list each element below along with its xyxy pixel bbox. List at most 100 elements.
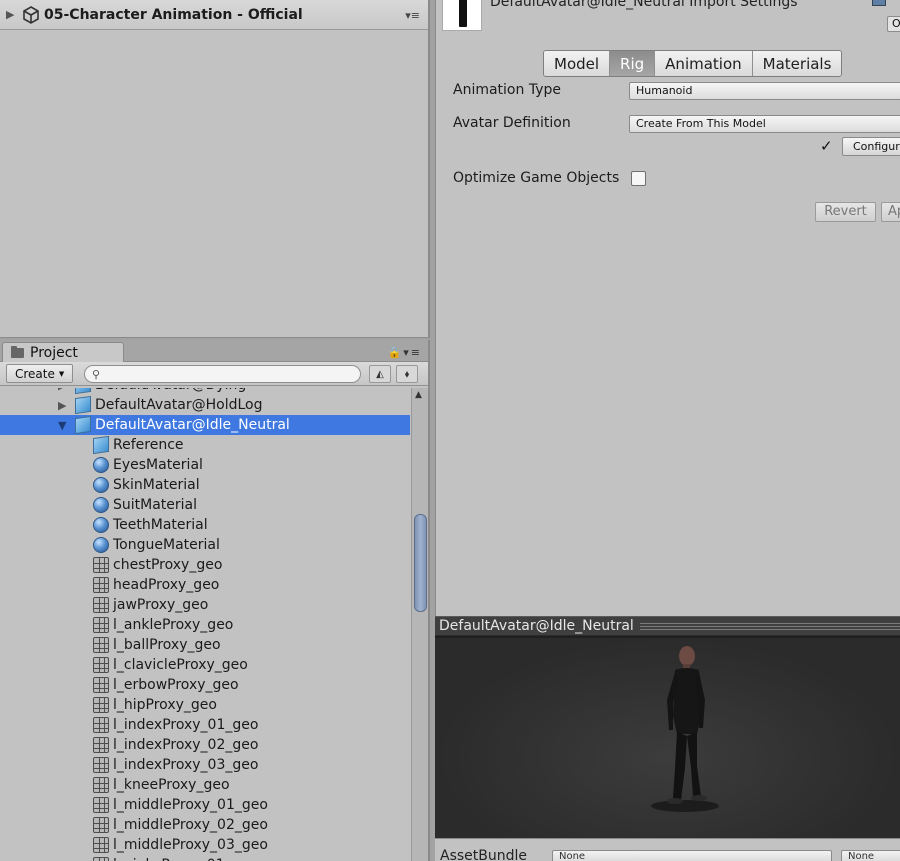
mesh-icon: [93, 637, 109, 653]
tree-row[interactable]: l_ballProxy_geo: [0, 635, 410, 655]
material-icon: [93, 477, 109, 493]
import-settings-title: DefaultAvatar@Idle_Neutral Import Settin…: [490, 0, 798, 10]
mesh-icon: [93, 817, 109, 833]
tree-item-label: l_erbowProxy_geo: [113, 677, 239, 693]
tree-row[interactable]: l_pinkyProxy_01_geo: [0, 855, 410, 861]
tab-animation[interactable]: Animation: [655, 51, 753, 76]
tree-row[interactable]: ▶ DefaultAvatar@HoldLog: [0, 395, 410, 415]
tree-row[interactable]: SuitMaterial: [0, 495, 410, 515]
tree-row[interactable]: headProxy_geo: [0, 575, 410, 595]
tree-item-label: SkinMaterial: [113, 477, 200, 493]
tree-item-label: jawProxy_geo: [113, 597, 209, 613]
inspector-panel: DefaultAvatar@Idle_Neutral Import Settin…: [435, 0, 900, 616]
preview-viewport[interactable]: [435, 638, 900, 838]
preview-title: DefaultAvatar@Idle_Neutral: [439, 618, 634, 634]
tree-item-label: l_middleProxy_02_geo: [113, 817, 268, 833]
tree-item-label: l_pinkyProxy_01_geo: [113, 857, 258, 861]
tree-row[interactable]: ▼ DefaultAvatar@Idle_Neutral: [0, 415, 410, 435]
mesh-icon: [93, 837, 109, 853]
assetbundle-variant-dropdown[interactable]: None: [841, 850, 900, 861]
tree-row[interactable]: l_indexProxy_01_geo: [0, 715, 410, 735]
tree-item-label: l_indexProxy_01_geo: [113, 717, 259, 733]
tree-row[interactable]: l_middleProxy_02_geo: [0, 815, 410, 835]
assetbundle-bar: AssetBundle None None: [435, 838, 900, 861]
tab-project-label: Project: [30, 345, 78, 361]
collapsed-arrow-icon[interactable]: ▶: [58, 399, 70, 412]
mesh-icon: [93, 657, 109, 673]
avatar-thumbnail-figure: [459, 0, 467, 27]
mesh-icon: [93, 857, 109, 861]
animation-type-dropdown[interactable]: Humanoid: [629, 82, 900, 100]
tree-row[interactable]: l_hipProxy_geo: [0, 695, 410, 715]
preview-header[interactable]: DefaultAvatar@Idle_Neutral: [435, 616, 900, 636]
tab-materials[interactable]: Materials: [752, 51, 842, 76]
apply-button[interactable]: Apply: [881, 202, 900, 222]
animation-type-label: Animation Type: [453, 82, 561, 98]
search-icon: ⚲: [92, 368, 101, 381]
expand-arrow-icon[interactable]: ▶: [6, 8, 18, 21]
tree-row[interactable]: Reference: [0, 435, 410, 455]
mesh-icon: [93, 797, 109, 813]
filter-by-label-icon[interactable]: ⬧: [396, 365, 418, 383]
tree-row[interactable]: l_erbowProxy_geo: [0, 675, 410, 695]
prefab-icon: [75, 415, 91, 435]
tree-item-label: EyesMaterial: [113, 457, 203, 473]
tree-row[interactable]: l_middleProxy_03_geo: [0, 835, 410, 855]
context-menu-icon[interactable]: ▾≡: [405, 9, 420, 22]
mesh-icon: [93, 577, 109, 593]
book-icon[interactable]: [872, 0, 886, 6]
scene-header[interactable]: ▶ 05-Character Animation - Official ▾≡: [0, 0, 428, 30]
configure-button[interactable]: Configure...: [842, 137, 900, 156]
inspector-header: DefaultAvatar@Idle_Neutral Import Settin…: [436, 0, 900, 38]
tree-item-label: l_ballProxy_geo: [113, 637, 221, 653]
import-tabs: Model Rig Animation Materials: [543, 50, 843, 77]
revert-button[interactable]: Revert: [815, 202, 876, 222]
search-input[interactable]: ⚲: [84, 365, 361, 383]
mesh-icon: [93, 557, 109, 573]
tree-row[interactable]: chestProxy_geo: [0, 555, 410, 575]
create-button[interactable]: Create ▼: [6, 364, 74, 383]
tree-row[interactable]: TongueMaterial: [0, 535, 410, 555]
hierarchy-panel: ▶ 05-Character Animation - Official ▾≡: [0, 0, 430, 338]
tree-row[interactable]: l_kneeProxy_geo: [0, 775, 410, 795]
lock-menu-icon[interactable]: 🔒▾≡: [388, 346, 422, 359]
open-button[interactable]: O: [887, 16, 900, 32]
collapsed-arrow-icon[interactable]: ▶: [58, 388, 70, 392]
assetbundle-name-dropdown[interactable]: None: [552, 850, 832, 861]
project-tabbar: Project 🔒▾≡: [0, 340, 428, 363]
tree-row[interactable]: jawProxy_geo: [0, 595, 410, 615]
mesh-icon: [93, 597, 109, 613]
project-scrollbar[interactable]: ▲: [411, 388, 428, 861]
tree-item-label: l_hipProxy_geo: [113, 697, 217, 713]
optimize-game-objects-checkbox[interactable]: [631, 171, 646, 186]
tree-item-label: l_clavicleProxy_geo: [113, 657, 248, 673]
tree-item-label: DefaultAvatar@HoldLog: [95, 397, 263, 413]
avatar-valid-checkmark: ✓: [820, 137, 833, 155]
folder-icon: [11, 346, 24, 358]
tree-item-label: TongueMaterial: [113, 537, 220, 553]
expanded-arrow-icon[interactable]: ▼: [58, 419, 70, 432]
drag-grip[interactable]: [639, 622, 900, 630]
tree-item-label: l_middleProxy_01_geo: [113, 797, 268, 813]
tree-row[interactable]: l_indexProxy_03_geo: [0, 755, 410, 775]
scroll-up-icon[interactable]: ▲: [415, 390, 422, 400]
tree-row[interactable]: l_clavicleProxy_geo: [0, 655, 410, 675]
model-thumbnail: [442, 0, 482, 31]
tab-model[interactable]: Model: [544, 51, 611, 76]
tree-row[interactable]: l_ankleProxy_geo: [0, 615, 410, 635]
avatar-definition-dropdown[interactable]: Create From This Model: [629, 115, 900, 133]
tree-row[interactable]: ▶ DefaultAvatar@Dying: [0, 388, 410, 395]
tree-row[interactable]: l_indexProxy_02_geo: [0, 735, 410, 755]
mesh-icon: [93, 737, 109, 753]
tab-rig[interactable]: Rig: [610, 51, 656, 76]
scroll-thumb[interactable]: [414, 514, 427, 612]
tree-row[interactable]: SkinMaterial: [0, 475, 410, 495]
create-label: Create: [15, 366, 55, 381]
tree-row[interactable]: TeethMaterial: [0, 515, 410, 535]
tab-project[interactable]: Project: [2, 342, 124, 363]
tree-row[interactable]: EyesMaterial: [0, 455, 410, 475]
unity-logo-icon: [23, 5, 39, 24]
tree-row[interactable]: l_middleProxy_01_geo: [0, 795, 410, 815]
tree-item-label: headProxy_geo: [113, 577, 220, 593]
filter-by-type-icon[interactable]: ◭: [369, 365, 391, 383]
